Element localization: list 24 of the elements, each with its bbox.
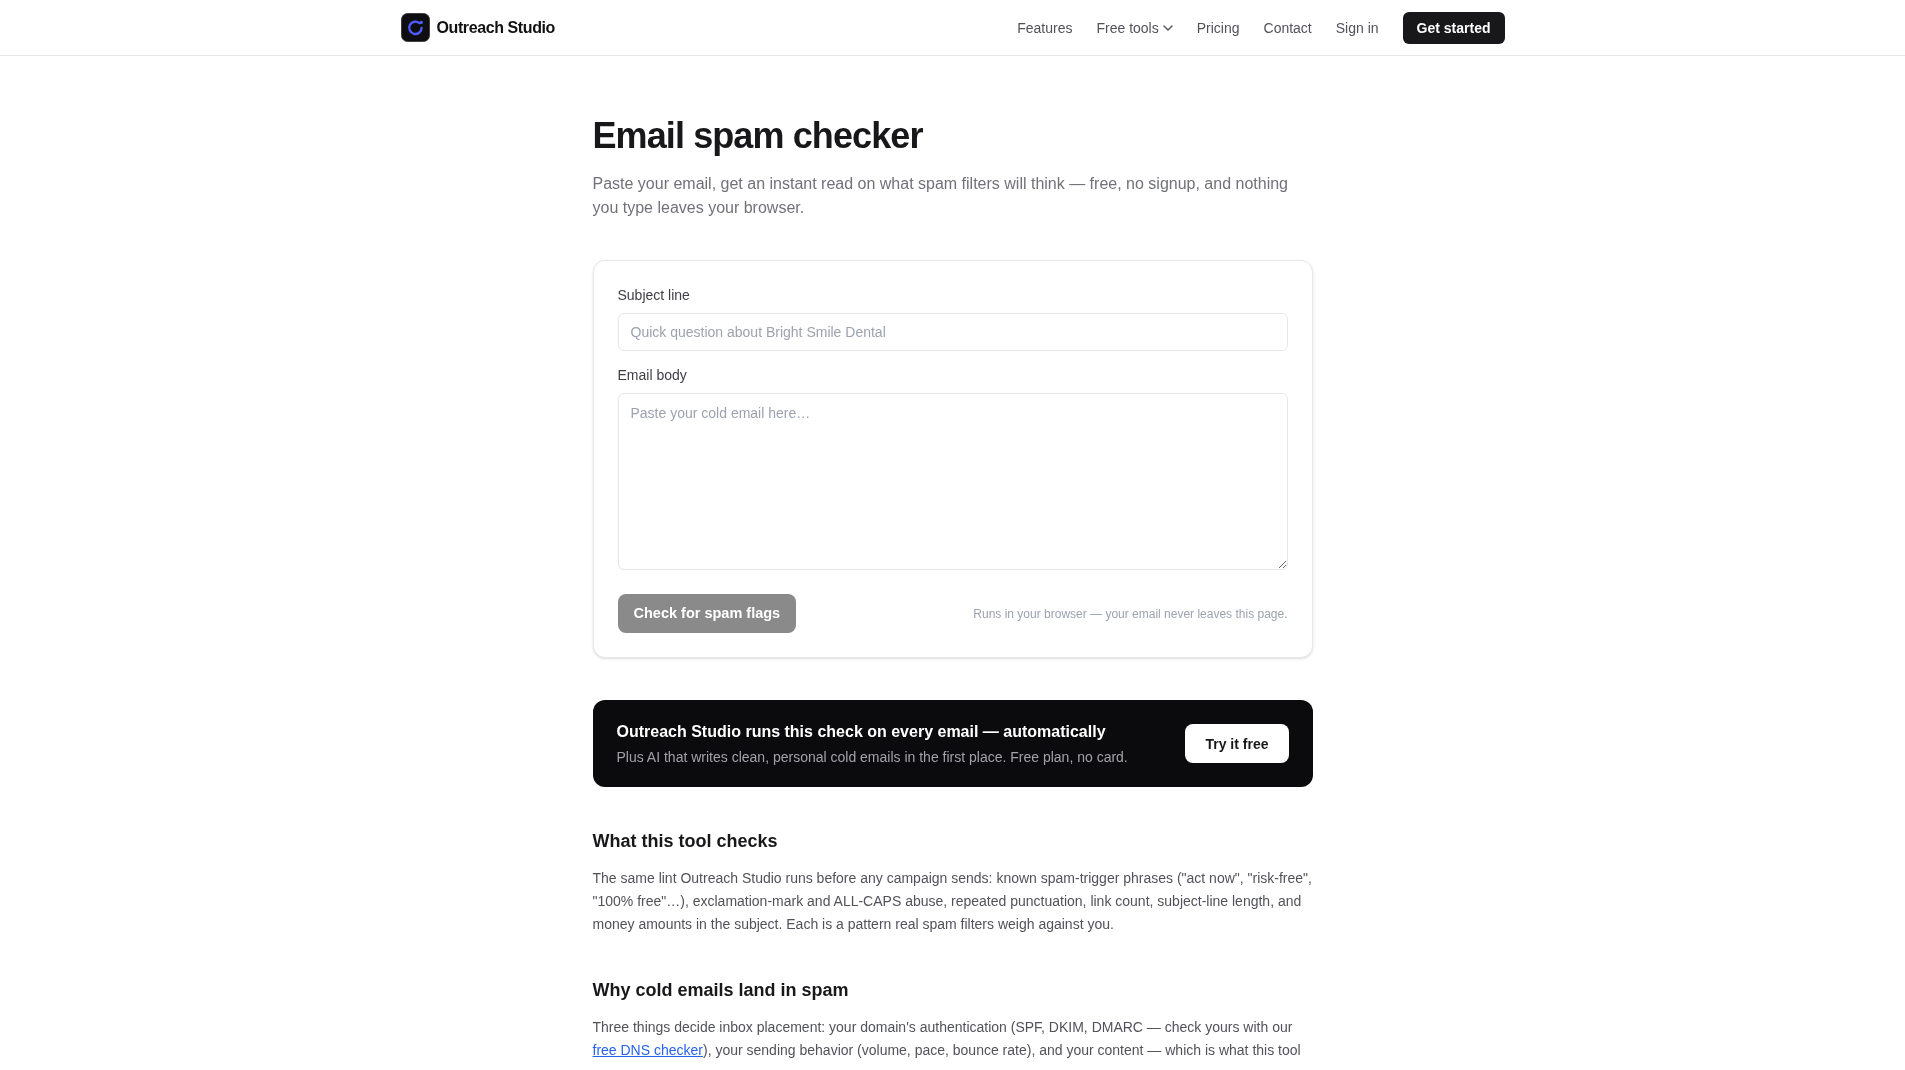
- nav-dropdown[interactable]: Free tools: [1096, 17, 1173, 38]
- body-field[interactable]: Paste your cold email here…: [617, 393, 1288, 570]
- dns-checker-link[interactable]: free DNS checker: [592, 1042, 703, 1058]
- section-paragraph: Three things decide inbox placement: your domain's authentication (SPF, DKIM, DMARC — check yours with our free DNS checker), your sending behavior (volume, pace, bounce rate), and your content — which is what this tool: [592, 1018, 1302, 1060]
- section-heading: Why cold emails land in spam: [592, 979, 850, 1002]
- get-started-button[interactable]: Get started: [1402, 11, 1505, 44]
- page-description: Paste your email, get an instant read on what spam filters will think — free, no signup, and nothing you type leaves your browser.: [592, 174, 1289, 218]
- nav-link[interactable]: Pricing: [1196, 17, 1240, 38]
- logo-icon[interactable]: [400, 13, 430, 42]
- page-title: Email spam checker: [592, 116, 924, 156]
- field-label: Email body: [617, 366, 688, 385]
- privacy-note: Runs in your browser — your email never leaves this page.: [973, 605, 1288, 622]
- promo-title: Outreach Studio runs this check on every email — automatically: [616, 722, 1107, 742]
- brand-name[interactable]: Outreach Studio: [436, 15, 555, 40]
- chevron-down-icon: [1162, 24, 1173, 31]
- section-heading: What this tool checks: [592, 830, 779, 853]
- nav-link[interactable]: Contact: [1263, 17, 1312, 38]
- subject-field[interactable]: Quick question about Bright Smile Dental: [617, 313, 1288, 351]
- field-label: Subject line: [617, 286, 691, 305]
- try-free-button[interactable]: Try it free: [1185, 724, 1289, 763]
- nav-link[interactable]: Sign in: [1335, 17, 1379, 38]
- section-paragraph: The same lint Outreach Studio runs before any campaign sends: known spam-trigger phrases ("act now", "risk-free", "100% free"…), exclamation-mark and ALL-CAPS abuse, repeated punctuation, link count, subject-line length, and money amounts in the subject. Each is a pattern real spam filters weigh against you.: [592, 869, 1313, 934]
- promo-text: Plus AI that writes clean, personal cold emails in the first place. Free plan, no card.: [616, 748, 1128, 767]
- nav-link[interactable]: Features: [1017, 17, 1073, 38]
